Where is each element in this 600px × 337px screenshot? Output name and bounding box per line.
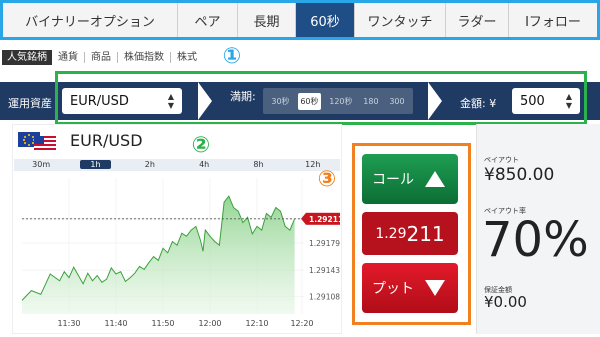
guarantee-value: ¥0.00 <box>484 293 527 311</box>
timeframe-label: 1h <box>80 160 111 169</box>
subnav-popular[interactable]: 人気銘柄 <box>2 50 52 65</box>
price-suffix: 211 <box>406 221 445 246</box>
down-arrow-icon <box>425 280 445 296</box>
pair-title: EUR/USD <box>70 131 143 150</box>
tab-ladder[interactable]: ラダー <box>446 3 509 37</box>
x-tick-label: 11:30 <box>57 319 80 328</box>
payout-rate-value: 70% <box>482 212 589 268</box>
tab-i-follow[interactable]: Iフォロー <box>509 3 597 37</box>
timeframe-label: 8h <box>253 160 264 169</box>
x-tick-label: 11:50 <box>151 319 174 328</box>
y-tick-label: 1.29108 <box>309 293 340 302</box>
price-chart: 11:30 11:40 11:50 12:00 12:10 12:20 1.29211 1.… <box>21 178 340 328</box>
payout-value: ¥850.00 <box>484 165 555 185</box>
timeframe-label: 30m <box>32 160 51 169</box>
timeframe-1h[interactable]: 1h <box>68 159 122 171</box>
call-label: コール <box>372 172 414 188</box>
tab-long-term[interactable]: 長期 <box>238 3 296 37</box>
timeframe-30m[interactable]: 30m <box>14 159 68 171</box>
timeframe-label: 4h <box>199 160 210 169</box>
x-tick-label: 11:40 <box>104 319 127 328</box>
top-nav: バイナリーオプション ペア 長期 60秒 ワンタッチ ラダー Iフォロー <box>0 0 600 40</box>
up-arrow-icon <box>425 171 445 187</box>
tab-one-touch[interactable]: ワンタッチ <box>355 3 446 37</box>
put-label: プット <box>372 281 414 297</box>
tab-binary-options[interactable]: バイナリーオプション <box>3 3 178 37</box>
subnav-currency[interactable]: 通貨 <box>52 52 85 63</box>
subnav-index[interactable]: 株価指数 <box>118 52 171 63</box>
y-tick-label: 1.29143 <box>309 266 340 275</box>
y-tick-label: 1.29179 <box>309 239 340 248</box>
eur-usd-flag-icon <box>18 132 56 151</box>
timeframe-label: 2h <box>144 160 155 169</box>
payout-label: ペイアウト <box>484 156 519 164</box>
marker-3: ③ <box>317 166 337 192</box>
tab-pair[interactable]: ペア <box>178 3 238 37</box>
price-area <box>22 196 295 314</box>
subnav-stock[interactable]: 株式 <box>171 52 203 63</box>
timeframe-bar: 30m 1h 2h 4h 8h 12h <box>14 159 340 171</box>
x-tick-label: 12:20 <box>290 319 313 328</box>
timeframe-4h[interactable]: 4h <box>177 159 231 171</box>
put-button[interactable]: プット <box>362 263 458 313</box>
asset-label: 運用資産 <box>8 97 52 110</box>
timeframe-2h[interactable]: 2h <box>123 159 177 171</box>
x-tick-label: 12:10 <box>245 319 268 328</box>
y-tick-label: 1.29211 <box>309 215 340 224</box>
current-price-display: 1.29 211 <box>362 212 458 255</box>
category-subnav: 人気銘柄 通貨 商品 株価指数 株式 <box>2 50 203 65</box>
controls-highlight-box <box>55 71 587 125</box>
x-tick-label: 12:00 <box>198 319 221 328</box>
price-prefix: 1.29 <box>375 225 407 242</box>
marker-1: ① <box>222 43 242 69</box>
tab-60sec[interactable]: 60秒 <box>296 3 355 37</box>
marker-2: ② <box>191 132 211 158</box>
call-button[interactable]: コール <box>362 154 458 204</box>
timeframe-8h[interactable]: 8h <box>231 159 285 171</box>
subnav-commodity[interactable]: 商品 <box>85 52 118 63</box>
